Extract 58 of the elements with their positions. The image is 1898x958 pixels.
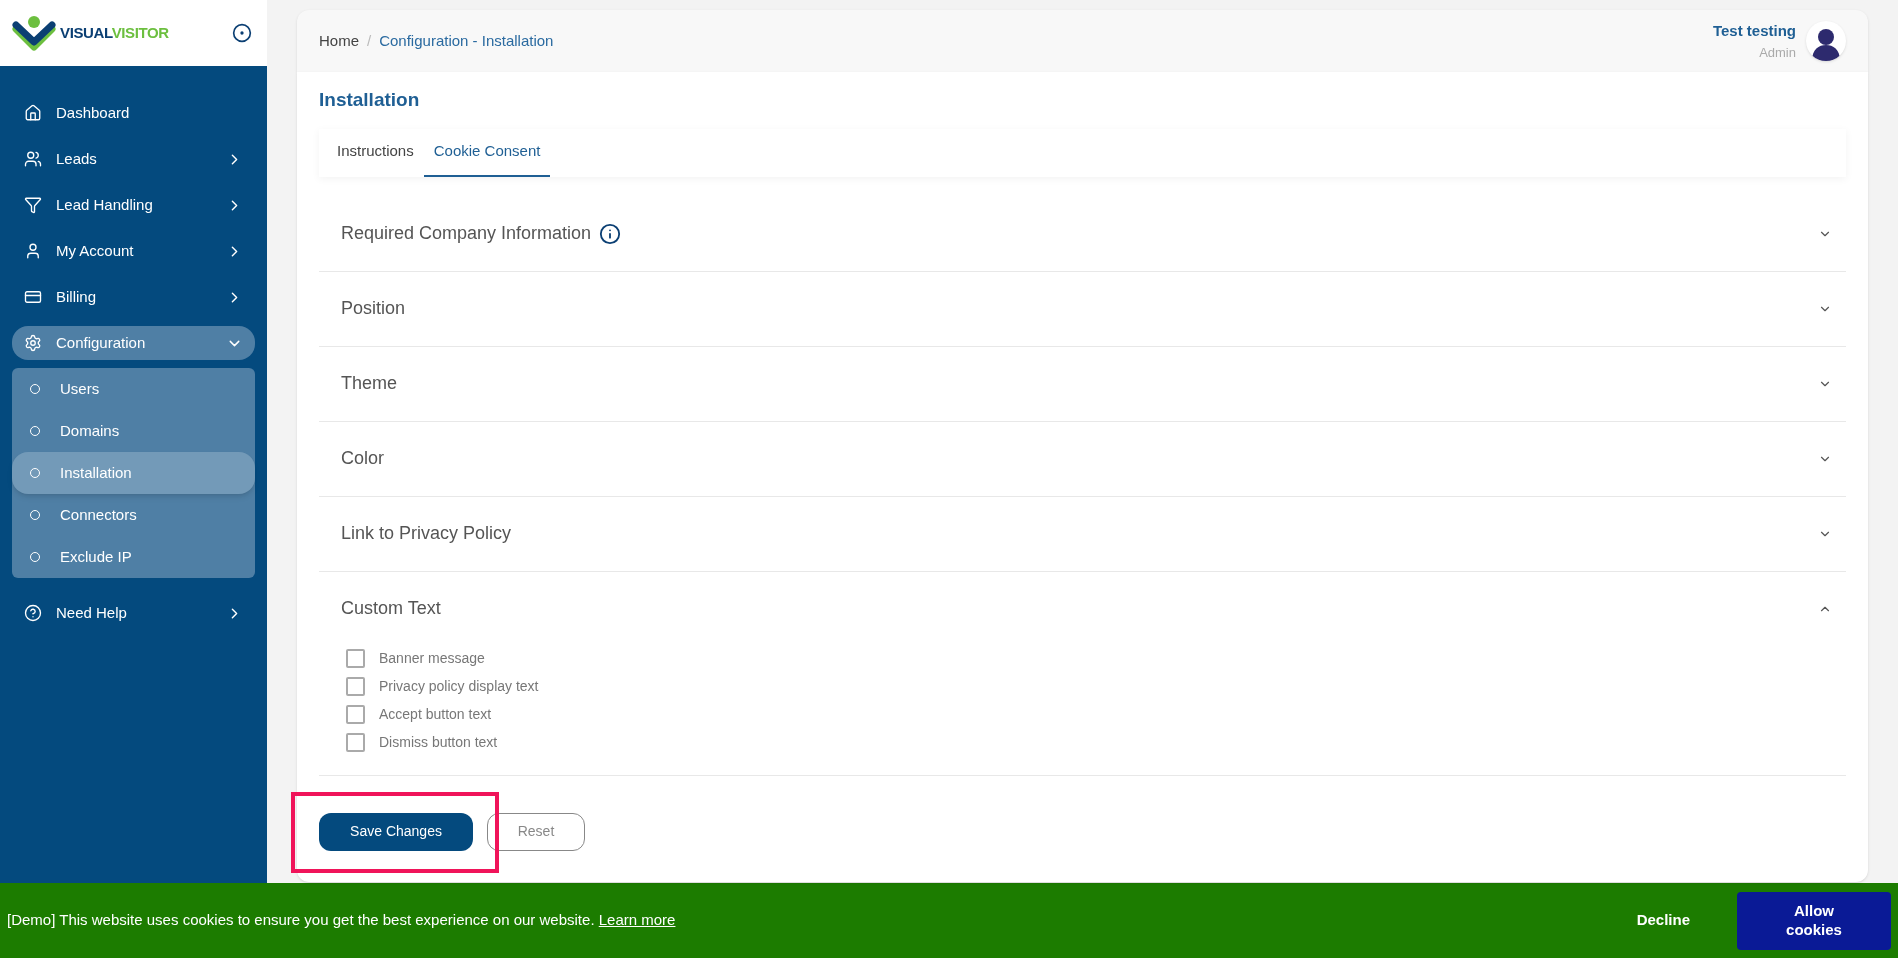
avatar[interactable] <box>1806 21 1846 61</box>
section-title: Link to Privacy Policy <box>341 522 512 545</box>
breadcrumb-separator: / <box>367 30 372 51</box>
breadcrumb-link[interactable]: Home <box>319 29 359 53</box>
filter-icon <box>24 196 42 214</box>
card-icon <box>24 288 42 306</box>
person-silhouette-icon <box>1811 27 1841 61</box>
decline-button[interactable]: Decline <box>1612 909 1714 932</box>
checkbox[interactable] <box>346 648 365 668</box>
help-icon <box>24 604 42 622</box>
nav-item[interactable]: Lead Handling <box>12 188 255 222</box>
users-icon <box>24 150 42 168</box>
submenu-item[interactable]: Users <box>12 368 255 410</box>
nav-item[interactable]: Billing <box>12 280 255 314</box>
nav-item[interactable]: Configuration <box>12 326 255 360</box>
save-changes-button[interactable]: Save Changes <box>319 812 473 851</box>
checkbox-label: Accept button text <box>379 704 492 724</box>
nav-item[interactable]: Need Help <box>12 596 255 630</box>
home-icon <box>24 104 42 122</box>
nav-item[interactable]: Leads <box>12 142 255 176</box>
learn-more-link[interactable]: Learn more <box>598 911 676 929</box>
submenu-item[interactable]: Exclude IP <box>12 536 255 578</box>
section-title: Theme <box>341 372 398 395</box>
logo-icon <box>12 15 56 51</box>
tab[interactable]: Cookie Consent <box>423 128 551 177</box>
checkbox-label: Privacy policy display text <box>379 676 539 696</box>
section-title: Custom Text <box>341 597 441 620</box>
breadcrumb-current: Configuration - Installation <box>379 30 554 51</box>
submenu-item[interactable]: Domains <box>12 410 255 452</box>
section-title: Position <box>341 297 406 320</box>
checkbox-label: Banner message <box>379 648 485 668</box>
user-role: Admin <box>1759 43 1796 62</box>
cookie-message: [Demo] This website uses cookies to ensure you get the best experience on our website. Learn more <box>7 910 676 931</box>
section-title: Required Company Information <box>341 222 592 245</box>
settings-icon <box>24 334 42 352</box>
nav-item[interactable]: Dashboard <box>12 96 255 130</box>
submenu-item[interactable]: Connectors <box>12 494 255 536</box>
accordion-header[interactable]: Custom Text <box>319 571 1846 646</box>
logo-wordmark: VISUALVISITOR <box>60 22 169 43</box>
reset-button[interactable]: Reset <box>487 812 585 851</box>
collapse-toggle-icon[interactable] <box>232 23 252 43</box>
accordion-header[interactable]: Position <box>319 271 1846 346</box>
section-title: Color <box>341 447 384 470</box>
accordion-header[interactable]: Theme <box>319 346 1846 421</box>
page-title: Installation <box>319 88 421 112</box>
nav-item[interactable]: My Account <box>12 234 255 268</box>
accordion-header[interactable]: Link to Privacy Policy <box>319 496 1846 571</box>
accordion-header[interactable]: Required Company Information <box>319 196 1846 271</box>
info-icon[interactable] <box>599 222 622 245</box>
allow-cookies-button[interactable]: Allow cookies <box>1737 891 1891 950</box>
checkbox[interactable] <box>346 704 365 724</box>
checkbox[interactable] <box>346 732 365 752</box>
user-name: Test testing <box>1712 21 1796 41</box>
accordion-header[interactable]: Color <box>319 421 1846 496</box>
tab[interactable]: Instructions <box>327 128 424 177</box>
user-icon <box>24 242 42 260</box>
checkbox[interactable] <box>346 676 365 696</box>
checkbox-label: Dismiss button text <box>379 732 498 752</box>
